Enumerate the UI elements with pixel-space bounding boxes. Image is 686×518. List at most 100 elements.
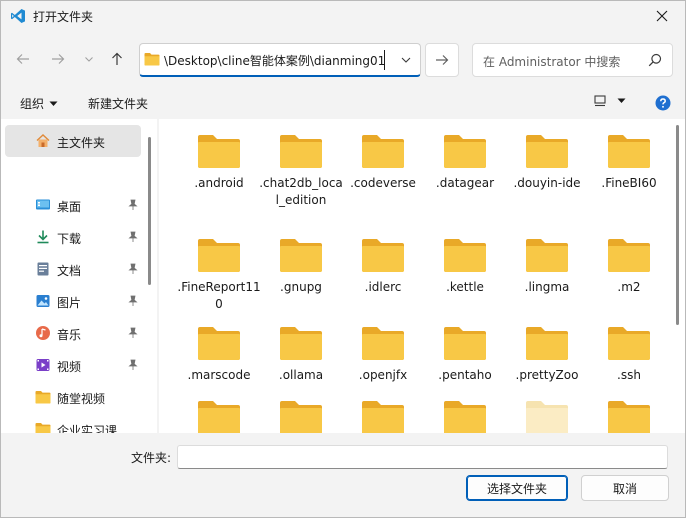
download-icon [37, 230, 49, 244]
music-icon [36, 326, 50, 340]
pin-icon[interactable] [127, 231, 139, 243]
sidebar-item-music[interactable]: 音乐 [5, 319, 141, 347]
back-button[interactable] [9, 45, 37, 73]
sidebar-item-home[interactable]: 主文件夹 [5, 125, 141, 157]
folder-icon [444, 401, 486, 433]
sidebar-item-downloads[interactable]: 下载 [5, 223, 141, 251]
open-folder-dialog: 打开文件夹 \Desktop\cline智能体案例\dianming01 在 A… [0, 0, 686, 518]
title-bar: 打开文件夹 [1, 1, 685, 31]
folder-item-label: .prettyZoo [515, 368, 579, 382]
folder-item[interactable]: .datagear [423, 133, 503, 233]
folder-item[interactable] [505, 399, 585, 433]
document-icon [37, 262, 49, 276]
sidebar-item-documents[interactable]: 文档 [5, 255, 141, 283]
arrow-up-icon [112, 52, 122, 65]
cancel-button[interactable]: 取消 [581, 475, 669, 501]
folder-item-label: .douyin-ide [513, 176, 581, 190]
video-icon [36, 359, 50, 371]
folder-item[interactable]: .idlerc [341, 237, 421, 337]
main-content: 主文件夹 桌面 下载 文档 图片 音乐 视频 随堂视频 企业实习课 .andro… [1, 119, 685, 433]
file-list-scrollbar[interactable] [676, 125, 679, 325]
folder-icon [362, 327, 404, 360]
pin-icon[interactable] [127, 327, 139, 339]
folder-item[interactable] [423, 399, 503, 433]
pin-icon[interactable] [127, 263, 139, 275]
sidebar-item-label: 音乐 [57, 328, 82, 342]
folder-item[interactable]: .codeverse [341, 133, 421, 233]
sidebar-item-desktop[interactable]: 桌面 [5, 191, 141, 219]
folder-icon [608, 401, 650, 433]
folder-icon [444, 327, 486, 360]
folder-icon [280, 135, 322, 168]
chevron-down-icon[interactable] [398, 52, 414, 68]
folder-item[interactable]: .m2 [587, 237, 667, 337]
search-placeholder: 在 Administrator 中搜索 [483, 55, 621, 69]
pin-icon[interactable] [127, 359, 139, 371]
dialog-footer: 文件夹: 选择文件夹 取消 [1, 433, 685, 517]
arrow-right-icon [436, 55, 449, 65]
forward-button[interactable] [44, 45, 72, 73]
folder-item[interactable]: .chat2db_local_edition [259, 133, 343, 233]
folder-item[interactable]: .android [177, 133, 257, 233]
folder-icon [362, 239, 404, 272]
folder-icon [144, 53, 160, 66]
sidebar-item-pictures[interactable]: 图片 [5, 287, 141, 315]
close-icon [656, 10, 668, 22]
sidebar-item-course-videos[interactable]: 随堂视频 [5, 383, 141, 411]
file-list: .android .chat2db_local_edition .codeverse… [159, 119, 685, 433]
folder-item[interactable]: .kettle [423, 237, 503, 337]
sidebar-item-videos[interactable]: 视频 [5, 351, 141, 379]
go-button[interactable] [425, 43, 459, 77]
folder-item[interactable]: .douyin-ide [505, 133, 585, 233]
folder-icon [444, 135, 486, 168]
folder-item[interactable]: .FineBI60 [587, 133, 667, 233]
folder-item[interactable] [259, 399, 339, 433]
search-input[interactable]: 在 Administrator 中搜索 [472, 43, 673, 77]
folder-item[interactable]: .FineReport110 [177, 237, 261, 337]
picture-icon [36, 295, 50, 307]
folder-item-label: .gnupg [280, 280, 322, 294]
address-bar[interactable]: \Desktop\cline智能体案例\dianming01 [139, 43, 421, 77]
pin-icon[interactable] [127, 199, 139, 211]
folder-item[interactable] [177, 399, 257, 433]
folder-item[interactable]: .lingma [505, 237, 585, 337]
folder-name-input[interactable] [177, 445, 668, 469]
folder-icon [280, 327, 322, 360]
sidebar-item-label: 文档 [57, 264, 82, 278]
select-folder-button[interactable]: 选择文件夹 [466, 475, 568, 501]
folder-item-label: .lingma [524, 280, 570, 294]
folder-icon [608, 327, 650, 360]
folder-item-label: .codeverse [350, 176, 416, 190]
vscode-icon [11, 9, 25, 23]
recent-locations-button[interactable] [75, 45, 103, 73]
command-bar: 组织 新建文件夹 [1, 89, 685, 117]
folder-label: 文件夹: [131, 451, 172, 465]
folder-item-label: .ollama [278, 368, 324, 382]
folder-icon [526, 401, 568, 433]
folder-item-label: .FineBI60 [601, 176, 657, 190]
folder-icon [198, 239, 240, 272]
close-button[interactable] [639, 1, 685, 31]
folder-icon [526, 327, 568, 360]
new-folder-button[interactable]: 新建文件夹 [88, 95, 148, 112]
sidebar-scrollbar[interactable] [148, 137, 151, 285]
folder-item[interactable] [587, 399, 667, 433]
navigation-pane: 主文件夹 桌面 下载 文档 图片 音乐 视频 随堂视频 企业实习课 [1, 119, 157, 433]
up-button[interactable] [103, 45, 131, 73]
sidebar-item-label: 随堂视频 [57, 392, 106, 406]
caret-down-icon [49, 101, 58, 106]
folder-item[interactable]: .gnupg [259, 237, 339, 337]
organize-label: 组织 [20, 97, 45, 111]
organize-menu[interactable]: 组织 [20, 95, 58, 112]
view-options-button[interactable] [593, 94, 626, 108]
folder-item-label: .datagear [435, 176, 495, 190]
sidebar-item-internship-course[interactable]: 企业实习课 [5, 415, 141, 433]
folder-item-label: .marscode [187, 368, 251, 382]
folder-icon [444, 239, 486, 272]
folder-icon [198, 401, 240, 433]
folder-item-label: .FineReport110 [177, 280, 261, 311]
pin-icon[interactable] [127, 295, 139, 307]
folder-icon [198, 327, 240, 360]
help-icon[interactable] [655, 95, 671, 111]
folder-item[interactable] [341, 399, 421, 433]
